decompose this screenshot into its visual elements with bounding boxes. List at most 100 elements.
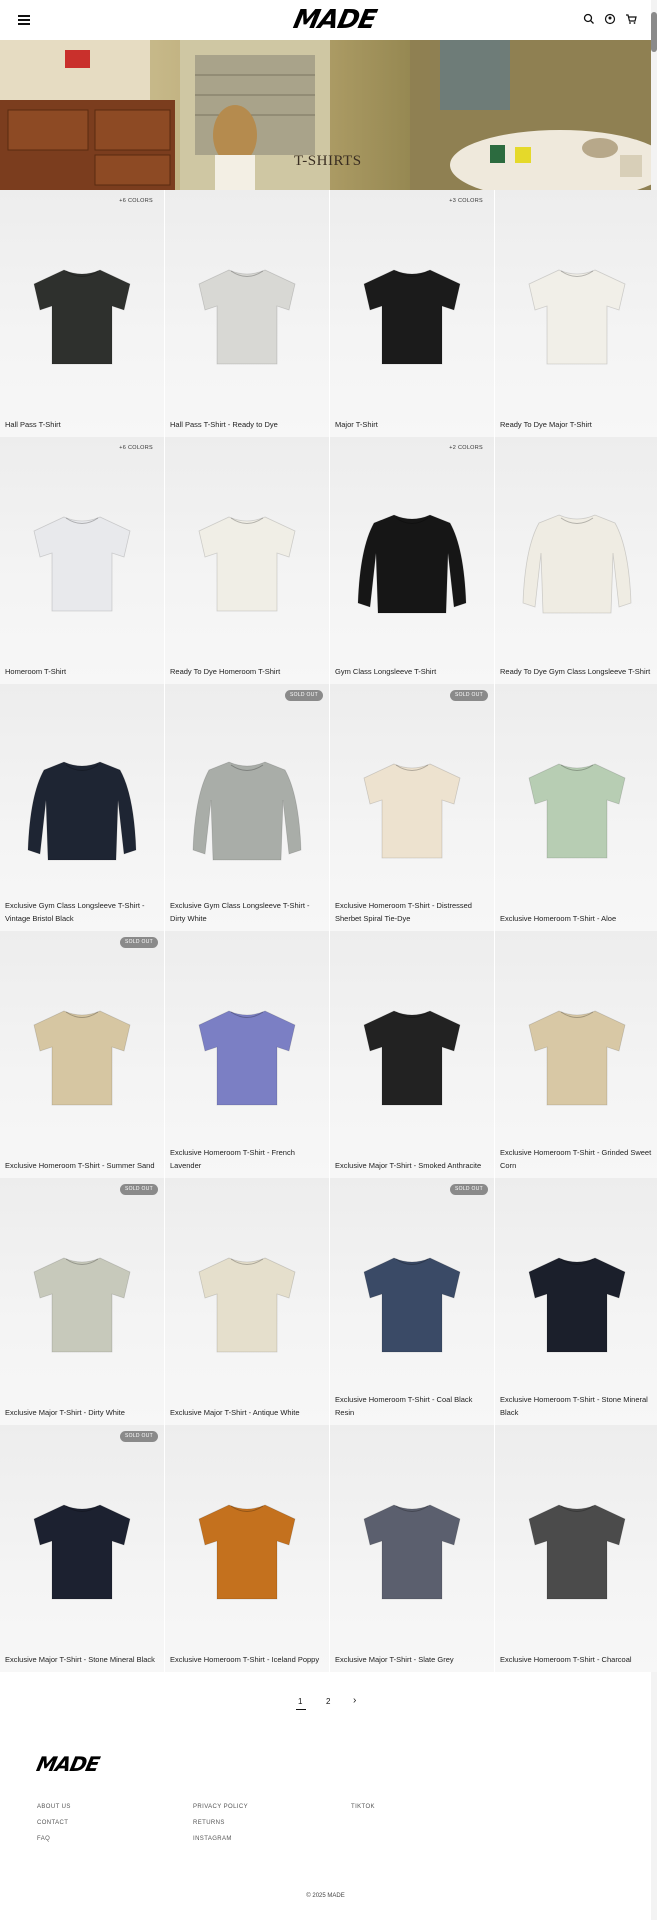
product-card[interactable]: Ready To Dye Major T-Shirt: [495, 190, 657, 437]
footer-link-privacy[interactable]: PRIVACY POLICY: [193, 1804, 248, 1810]
product-title[interactable]: Exclusive Homeroom T-Shirt - Summer Sand: [5, 1159, 161, 1172]
product-card[interactable]: Ready To Dye Gym Class Longsleeve T-Shir…: [495, 437, 657, 684]
product-image[interactable]: [352, 1491, 472, 1611]
product-image[interactable]: [22, 256, 142, 376]
product-card[interactable]: Exclusive Homeroom T-Shirt - Grinded Swe…: [495, 931, 657, 1178]
product-title[interactable]: Exclusive Homeroom T-Shirt - Distressed …: [335, 899, 491, 925]
product-image[interactable]: [22, 1491, 142, 1611]
product-image[interactable]: [187, 750, 307, 870]
footer-link-instagram[interactable]: INSTAGRAM: [193, 1836, 232, 1842]
product-image[interactable]: [187, 503, 307, 623]
product-title[interactable]: Exclusive Gym Class Longsleeve T-Shirt -…: [5, 899, 161, 925]
product-card[interactable]: SOLD OUT Exclusive Major T-Shirt - Dirty …: [0, 1178, 164, 1425]
site-logo[interactable]: MADE: [291, 5, 379, 35]
product-badge: SOLD OUT: [285, 690, 323, 701]
product-title[interactable]: Exclusive Major T-Shirt - Stone Mineral …: [5, 1653, 161, 1666]
menu-icon[interactable]: [18, 15, 30, 25]
product-badge: +6 COLORS: [119, 445, 153, 451]
product-image[interactable]: [352, 1244, 472, 1364]
product-title[interactable]: Exclusive Homeroom T-Shirt - Grinded Swe…: [500, 1146, 656, 1172]
product-card[interactable]: SOLD OUT Exclusive Homeroom T-Shirt - Coa…: [330, 1178, 494, 1425]
footer-link-about[interactable]: ABOUT US: [37, 1804, 71, 1810]
product-image[interactable]: [352, 750, 472, 870]
product-card[interactable]: SOLD OUT Exclusive Homeroom T-Shirt - Dis…: [330, 684, 494, 931]
product-card[interactable]: Exclusive Homeroom T-Shirt - Aloe: [495, 684, 657, 931]
product-title[interactable]: Exclusive Major T-Shirt - Antique White: [170, 1406, 326, 1419]
product-title[interactable]: Major T-Shirt: [335, 418, 491, 431]
product-image[interactable]: [187, 1491, 307, 1611]
product-card[interactable]: Exclusive Homeroom T-Shirt - French Lave…: [165, 931, 329, 1178]
product-title[interactable]: Exclusive Major T-Shirt - Dirty White: [5, 1406, 161, 1419]
product-title[interactable]: Exclusive Homeroom T-Shirt - Stone Miner…: [500, 1393, 656, 1419]
product-image[interactable]: [352, 256, 472, 376]
product-badge: SOLD OUT: [120, 937, 158, 948]
product-badge: +6 COLORS: [119, 198, 153, 204]
product-card[interactable]: +6 COLORS Hall Pass T-Shirt: [0, 190, 164, 437]
product-card[interactable]: Ready To Dye Homeroom T-Shirt: [165, 437, 329, 684]
product-card[interactable]: Hall Pass T-Shirt - Ready to Dye: [165, 190, 329, 437]
product-card[interactable]: Exclusive Homeroom T-Shirt - Charcoal: [495, 1425, 657, 1672]
product-title[interactable]: Ready To Dye Homeroom T-Shirt: [170, 665, 326, 678]
product-title[interactable]: Gym Class Longsleeve T-Shirt: [335, 665, 491, 678]
product-image[interactable]: [352, 503, 472, 623]
product-card[interactable]: +2 COLORS Gym Class Longsleeve T-Shirt: [330, 437, 494, 684]
site-header: MADE: [0, 0, 651, 40]
product-image[interactable]: [517, 997, 637, 1117]
product-card[interactable]: +6 COLORS Homeroom T-Shirt: [0, 437, 164, 684]
product-title[interactable]: Exclusive Gym Class Longsleeve T-Shirt -…: [170, 899, 326, 925]
product-image[interactable]: [22, 750, 142, 870]
product-image[interactable]: [22, 997, 142, 1117]
page-link-2[interactable]: 2: [326, 1697, 330, 1706]
product-title[interactable]: Hall Pass T-Shirt - Ready to Dye: [170, 418, 326, 431]
product-badge: SOLD OUT: [120, 1184, 158, 1195]
footer-logo[interactable]: MADE: [34, 1752, 101, 1776]
product-card[interactable]: Exclusive Gym Class Longsleeve T-Shirt -…: [0, 684, 164, 931]
product-title[interactable]: Exclusive Major T-Shirt - Smoked Anthrac…: [335, 1159, 491, 1172]
product-card[interactable]: SOLD OUT Exclusive Major T-Shirt - Stone …: [0, 1425, 164, 1672]
hero-banner: T-SHIRTS: [0, 40, 651, 190]
product-card[interactable]: Exclusive Homeroom T-Shirt - Iceland Pop…: [165, 1425, 329, 1672]
page-link-1[interactable]: 1: [296, 1697, 306, 1710]
product-image[interactable]: [187, 997, 307, 1117]
product-card[interactable]: +3 COLORS Major T-Shirt: [330, 190, 494, 437]
product-image[interactable]: [352, 997, 472, 1117]
product-title[interactable]: Exclusive Major T-Shirt - Slate Grey: [335, 1653, 491, 1666]
product-image[interactable]: [517, 1491, 637, 1611]
product-title[interactable]: Ready To Dye Major T-Shirt: [500, 418, 656, 431]
next-page-icon[interactable]: ›: [353, 1695, 356, 1706]
product-badge: SOLD OUT: [120, 1431, 158, 1442]
product-image[interactable]: [22, 1244, 142, 1364]
product-image[interactable]: [517, 256, 637, 376]
search-icon[interactable]: [582, 12, 596, 26]
scroll-thumb[interactable]: [651, 12, 657, 52]
product-card[interactable]: SOLD OUT Exclusive Homeroom T-Shirt - Sum…: [0, 931, 164, 1178]
product-image[interactable]: [517, 750, 637, 870]
product-image[interactable]: [22, 503, 142, 623]
product-title[interactable]: Exclusive Homeroom T-Shirt - Charcoal: [500, 1653, 656, 1666]
account-icon[interactable]: [603, 12, 617, 26]
copyright: © 2025 MADE: [306, 1893, 345, 1899]
product-image[interactable]: [517, 1244, 637, 1364]
product-card[interactable]: Exclusive Homeroom T-Shirt - Stone Miner…: [495, 1178, 657, 1425]
footer-link-tiktok[interactable]: TIKTOK: [351, 1804, 375, 1810]
product-title[interactable]: Hall Pass T-Shirt: [5, 418, 161, 431]
product-card[interactable]: SOLD OUT Exclusive Gym Class Longsleeve T…: [165, 684, 329, 931]
footer-link-returns[interactable]: RETURNS: [193, 1820, 225, 1826]
hero-title: T-SHIRTS: [294, 153, 362, 169]
cart-icon[interactable]: [624, 12, 638, 26]
product-title[interactable]: Ready To Dye Gym Class Longsleeve T-Shir…: [500, 665, 656, 678]
product-title[interactable]: Exclusive Homeroom T-Shirt - Iceland Pop…: [170, 1653, 326, 1666]
product-card[interactable]: Exclusive Major T-Shirt - Slate Grey: [330, 1425, 494, 1672]
product-title[interactable]: Exclusive Homeroom T-Shirt - Coal Black …: [335, 1393, 491, 1419]
product-card[interactable]: Exclusive Major T-Shirt - Antique White: [165, 1178, 329, 1425]
product-title[interactable]: Exclusive Homeroom T-Shirt - Aloe: [500, 912, 656, 925]
footer-link-contact[interactable]: CONTACT: [37, 1820, 68, 1826]
product-image[interactable]: [187, 1244, 307, 1364]
product-image[interactable]: [187, 256, 307, 376]
product-title[interactable]: Homeroom T-Shirt: [5, 665, 161, 678]
product-image[interactable]: [517, 503, 637, 623]
footer-link-faq[interactable]: FAQ: [37, 1836, 50, 1842]
product-card[interactable]: Exclusive Major T-Shirt - Smoked Anthrac…: [330, 931, 494, 1178]
product-title[interactable]: Exclusive Homeroom T-Shirt - French Lave…: [170, 1146, 326, 1172]
product-badge: SOLD OUT: [450, 1184, 488, 1195]
